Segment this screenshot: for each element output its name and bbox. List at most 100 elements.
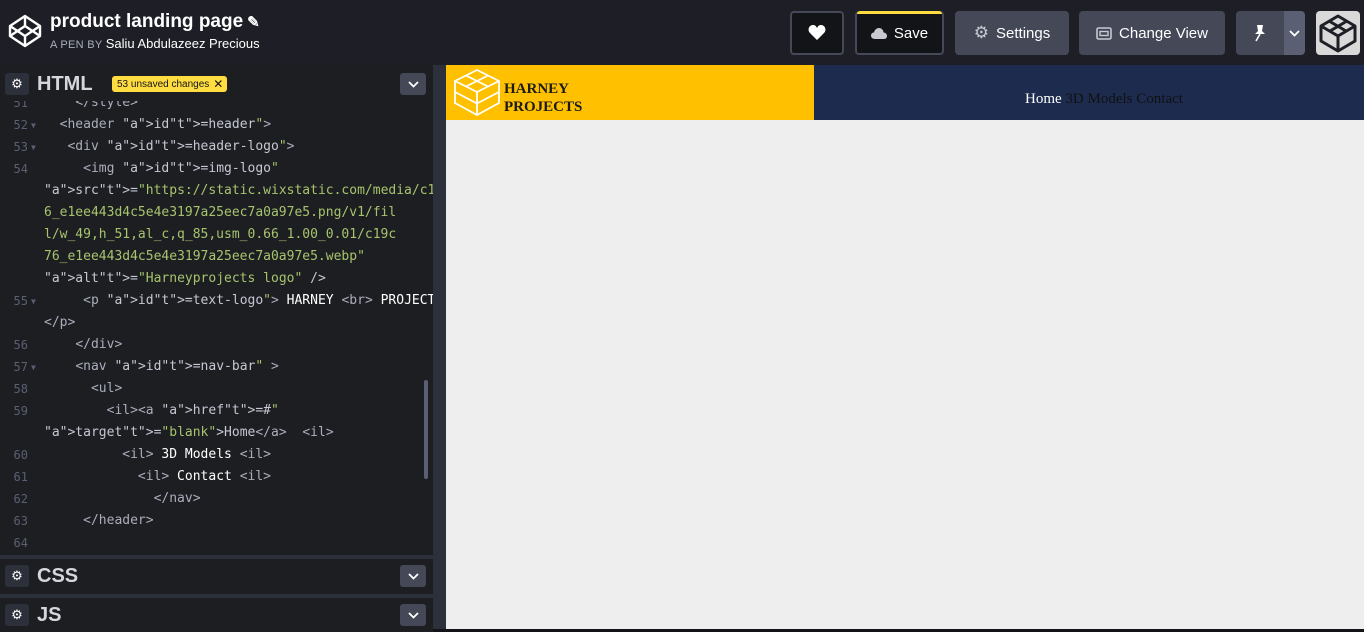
editor-scrollbar[interactable] [424,380,428,479]
top-bar: product landing page ✎ A PEN BY Saliu Abd… [0,0,1364,65]
code-line[interactable]: l/w_49,h_51,al_c,q_85,usm_0.66_1.00_0.01… [44,227,396,242]
line-number: 64 [13,536,28,550]
html-settings-button[interactable]: ⚙ [5,73,29,95]
fold-arrow-icon[interactable]: ▼ [31,143,36,152]
save-highlight [857,11,942,14]
unsaved-changes-label: 53 unsaved changes [117,78,210,90]
heart-icon [808,25,826,40]
avatar[interactable] [1316,11,1360,55]
js-settings-button[interactable]: ⚙ [5,604,29,626]
resize-handle[interactable] [433,65,446,629]
code-line[interactable]: <p "a">id"t">=text-logo"> HARNEY <br> PR… [44,293,433,308]
save-label: Save [893,24,929,42]
nav-link-home[interactable]: Home [1025,91,1062,107]
chevron-down-icon [407,80,419,88]
fold-arrow-icon[interactable]: ▼ [31,363,36,372]
code-line[interactable]: <nav "a">id"t">=nav-bar" > [44,359,279,374]
code-line[interactable]: "a">alt"t">="Harneyprojects logo" /> [44,271,326,286]
preview-header: HARNEY PROJECTS Home 3D Models Contact [446,65,1364,120]
line-number: 57 [13,360,28,374]
nav-item-contact: Contact [1136,91,1183,107]
chevron-down-icon [407,611,419,619]
settings-label: Settings [996,24,1051,42]
pen-title[interactable]: product landing page ✎ [50,11,260,33]
pin-dropdown-button[interactable] [1284,11,1305,55]
pen-title-text[interactable]: product landing page [50,11,243,32]
line-number: 54 [13,162,28,176]
line-number: 62 [13,492,28,506]
code-line[interactable]: <ul> [44,381,122,396]
css-settings-button[interactable]: ⚙ [5,565,29,587]
line-number: 56 [13,338,28,352]
js-collapse-button[interactable] [400,604,426,626]
preview-pane[interactable]: HARNEY PROJECTS Home 3D Models Contact [446,65,1364,629]
harney-logo-icon [454,69,500,116]
html-collapse-button[interactable] [400,73,426,95]
codepen-logo-icon[interactable] [8,14,42,48]
like-button[interactable] [790,11,844,55]
code-line[interactable]: <div "a">id"t">=header-logo"> [44,139,294,154]
chevron-down-icon [1289,29,1300,37]
gear-icon: ⚙ [11,76,23,91]
line-number: 55 [13,294,28,308]
gear-icon: ⚙ [973,23,990,42]
line-number: 53 [13,140,28,154]
save-button[interactable]: Save [855,11,944,55]
line-number: 60 [13,448,28,462]
html-panel-header[interactable]: ⚙ HTML 53 unsaved changes ✕ [0,65,433,103]
css-panel-header[interactable]: ⚙ CSS [0,555,433,593]
line-number: 58 [13,382,28,396]
code-line[interactable]: 76_e1ee443d4c5e4e3197a25eec7a0a97e5.webp… [44,249,365,264]
code-line[interactable]: </header> [44,513,153,528]
code-line[interactable]: <il> 3D Models <il> [44,447,271,462]
gear-icon: ⚙ [11,568,23,583]
code-line[interactable]: "a">src"t">="https://static.wixstatic.co… [44,183,433,198]
code-line[interactable]: <il><a "a">href"t">=#" [44,403,279,418]
editor-column: ⚙ HTML 53 unsaved changes ✕ 51 52 ▼ 53 ▼ 54 55… [0,65,433,632]
pin-button[interactable] [1236,11,1284,55]
code-line[interactable]: "a">target"t">="blank">Home</a> <il> [44,425,334,440]
code-line[interactable]: </style> [44,101,138,110]
author-link[interactable]: Saliu Abdulazeez Precious [106,36,260,51]
pencil-icon[interactable]: ✎ [247,13,260,31]
code-line[interactable]: </nav> [44,491,201,506]
js-panel-title: JS [37,603,62,626]
change-view-icon [1096,26,1112,40]
code-line[interactable]: </p> [44,315,75,330]
fold-arrow-icon[interactable]: ▼ [31,121,36,130]
logo-line-1: HARNEY [504,81,570,97]
logo-line-2: PROJECTS [504,99,583,115]
line-gutter: 51 52 ▼ 53 ▼ 54 55 ▼ 56 57 ▼ 58 59 60 61 62 63 64 [0,101,40,555]
line-number: 63 [13,514,28,528]
code-line[interactable]: <img "a">id"t">=img-logo" [44,161,279,176]
js-panel-header[interactable]: ⚙ JS [0,594,433,632]
gear-icon: ⚙ [11,607,23,622]
code-line[interactable]: <header "a">id"t">=header"> [44,117,271,132]
line-number: 59 [13,404,28,418]
change-view-button[interactable]: Change View [1079,11,1225,55]
settings-button[interactable]: ⚙ Settings [955,11,1069,55]
code-line[interactable]: <il> Contact <il> [44,469,271,484]
line-number: 61 [13,470,28,484]
code-line[interactable]: </div> [44,337,122,352]
pin-icon [1255,25,1265,42]
preview-logo-area: HARNEY PROJECTS [446,65,814,120]
html-panel-title: HTML [37,72,93,95]
close-icon[interactable]: ✕ [213,77,223,91]
line-number: 52 [13,118,28,132]
css-collapse-button[interactable] [400,565,426,587]
css-panel-title: CSS [37,564,79,587]
preview-nav-links: Home 3D Models Contact [1025,91,1183,108]
chevron-down-icon [407,572,419,580]
pen-author-line: A PEN BY Saliu Abdulazeez Precious [50,36,260,51]
fold-arrow-icon[interactable]: ▼ [31,297,36,306]
preview-logo-text: HARNEY PROJECTS [504,80,582,116]
change-view-label: Change View [1119,24,1208,42]
code-line[interactable]: 6_e1ee443d4c5e4e3197a25eec7a0a97e5.png/v… [44,205,396,220]
line-number: 51 [13,101,28,110]
pen-by-label: A PEN BY [50,39,103,51]
nav-item-3d-models: 3D Models [1065,91,1133,107]
cloud-icon [870,27,887,39]
html-code-editor[interactable]: 51 52 ▼ 53 ▼ 54 55 ▼ 56 57 ▼ 58 59 60 61 62 63 64 </style… [0,101,433,555]
unsaved-changes-badge[interactable]: 53 unsaved changes ✕ [112,76,228,92]
